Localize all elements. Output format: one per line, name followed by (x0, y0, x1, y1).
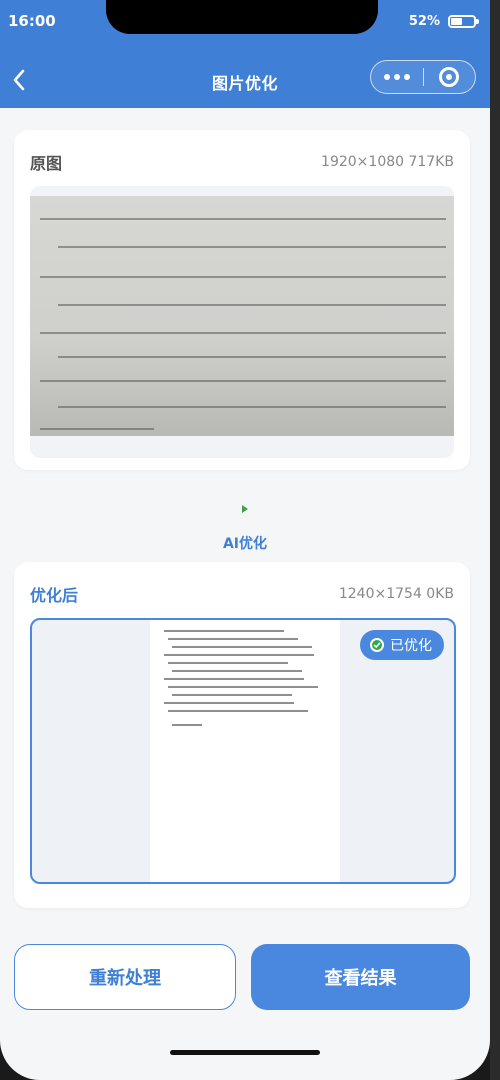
text-line-decoration (164, 702, 294, 704)
more-dots-icon (383, 74, 410, 80)
battery-percent: 52% (408, 14, 440, 29)
optimized-image[interactable] (150, 620, 340, 882)
optimized-badge-label: 已优化 (390, 638, 432, 654)
text-line-decoration (172, 646, 312, 648)
ai-optimize-label: AI优化 (222, 536, 268, 552)
status-time: 16:00 (8, 12, 56, 30)
text-line-decoration (40, 428, 154, 430)
text-line-decoration (40, 276, 446, 278)
more-button[interactable] (371, 61, 423, 93)
reprocess-button[interactable]: 重新处理 (14, 944, 236, 1010)
phone-screen: 16:00 52% 图片优化 原图 1920×1080 717KB AI优化 优… (0, 0, 490, 1080)
home-indicator (170, 1050, 320, 1055)
close-mini-program-button[interactable] (423, 61, 475, 93)
battery-icon (448, 15, 479, 28)
text-line-decoration (172, 724, 202, 726)
text-line-decoration (40, 380, 446, 382)
original-card-header: 原图 1920×1080 717KB (30, 150, 454, 174)
text-line-decoration (40, 218, 446, 220)
play-arrow-icon (242, 505, 248, 513)
text-line-decoration (168, 662, 288, 664)
view-result-button[interactable]: 查看结果 (251, 944, 470, 1010)
original-meta: 1920×1080 717KB (321, 154, 454, 170)
optimized-image-frame[interactable]: 已优化 (30, 618, 456, 884)
text-line-decoration (168, 710, 308, 712)
text-line-decoration (40, 332, 446, 334)
text-line-decoration (58, 356, 446, 358)
device-edge (490, 0, 500, 1080)
original-title: 原图 (30, 154, 63, 173)
text-line-decoration (172, 670, 302, 672)
text-line-decoration (58, 304, 446, 306)
text-line-decoration (58, 406, 446, 408)
status-right: 52% (408, 14, 479, 29)
battery-level-fill (451, 18, 462, 25)
original-image-frame[interactable] (30, 186, 454, 458)
optimized-meta: 1240×1754 0KB (338, 586, 454, 602)
text-line-decoration (164, 654, 314, 656)
check-circle-icon (370, 638, 384, 652)
mini-program-capsule (370, 60, 476, 94)
optimized-card-header: 优化后 1240×1754 0KB (30, 582, 454, 606)
optimized-badge: 已优化 (360, 630, 444, 660)
top-bar: 16:00 52% 图片优化 (0, 0, 490, 108)
text-line-decoration (172, 694, 292, 696)
text-line-decoration (58, 246, 446, 248)
optimized-title: 优化后 (30, 586, 79, 605)
original-image[interactable] (30, 196, 454, 436)
camera-notch (106, 0, 378, 34)
text-line-decoration (168, 686, 318, 688)
text-line-decoration (164, 678, 304, 680)
original-image-card: 原图 1920×1080 717KB (14, 130, 470, 470)
target-circle-icon (439, 67, 460, 87)
text-line-decoration (164, 630, 284, 632)
text-line-decoration (168, 638, 298, 640)
optimized-image-card: 优化后 1240×1754 0KB 已优化 (14, 562, 470, 908)
